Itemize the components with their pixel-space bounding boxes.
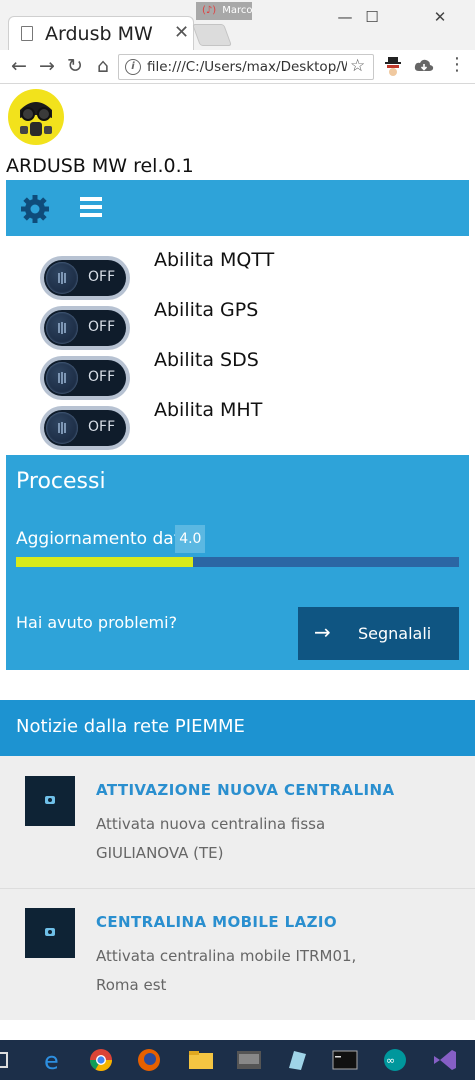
- arrow-right-icon: →: [314, 620, 331, 644]
- news-title[interactable]: CENTRALINA MOBILE LAZIO: [96, 913, 337, 931]
- news-description: Attivata centralina mobile ITRM01, Roma …: [96, 947, 357, 994]
- start-icon[interactable]: [0, 1052, 8, 1068]
- progress-label: Aggiornamento dat: [16, 529, 181, 549]
- reload-icon[interactable]: ↻: [64, 55, 86, 77]
- toggle-sds[interactable]: OFF: [40, 356, 130, 400]
- toggle-label-sds: Abilita SDS: [154, 349, 259, 371]
- edge-icon[interactable]: e: [40, 1048, 66, 1072]
- url-input[interactable]: i file:///C:/Users/max/Desktop/W ☆: [118, 54, 374, 80]
- progress-value-tooltip: 4.0: [175, 525, 206, 553]
- cloud-download-icon[interactable]: [414, 58, 434, 74]
- address-bar: ← → ↻ ⌂ i file:///C:/Users/max/Desktop/W…: [0, 50, 475, 84]
- home-icon[interactable]: ⌂: [92, 55, 114, 77]
- file-explorer-icon[interactable]: [188, 1048, 214, 1072]
- app-title: ARDUSB MW rel.0.1: [6, 155, 194, 177]
- browser-tab-strip: Ardusb MW ✕ (♪) Marco — ☐ ✕: [0, 0, 475, 50]
- new-tab-button[interactable]: [191, 24, 233, 46]
- processi-panel: Processi Aggiornamento dat 4.0 Hai avuto…: [6, 455, 469, 670]
- firefox-icon[interactable]: [136, 1048, 162, 1072]
- toggle-label-mht: Abilita MHT: [154, 399, 263, 421]
- bookmark-star-icon[interactable]: ☆: [350, 56, 365, 76]
- tab-title: Ardusb MW: [45, 23, 153, 45]
- report-button[interactable]: → Segnalali: [298, 607, 459, 660]
- toggle-label-gps: Abilita GPS: [154, 299, 259, 321]
- toggle-state: OFF: [88, 419, 116, 435]
- gear-icon[interactable]: [20, 194, 50, 224]
- toggle-state: OFF: [88, 369, 116, 385]
- chrome-icon[interactable]: [88, 1048, 114, 1072]
- maximize-button[interactable]: ☐: [357, 8, 387, 26]
- command-prompt-icon[interactable]: [332, 1048, 358, 1072]
- news-item[interactable]: ATTIVAZIONE NUOVA CENTRALINA Attivata nu…: [0, 756, 475, 889]
- svg-text:∞: ∞: [386, 1054, 395, 1067]
- info-icon[interactable]: i: [125, 59, 141, 75]
- forward-icon[interactable]: →: [36, 55, 58, 77]
- processi-heading: Processi: [16, 469, 106, 494]
- news-list: ATTIVAZIONE NUOVA CENTRALINA Attivata nu…: [0, 756, 475, 1020]
- toggle-mht[interactable]: OFF: [40, 406, 130, 450]
- toggle-knob-icon: [46, 262, 78, 294]
- toggle-knob-icon: [46, 362, 78, 394]
- back-icon[interactable]: ←: [8, 55, 30, 77]
- toggle-label-mqtt: Abilita MQTT: [154, 249, 275, 271]
- gas-mask-logo: [8, 89, 64, 145]
- news-header: Notizie dalla rete PIEMME: [0, 700, 475, 756]
- terminal-app-icon[interactable]: [236, 1048, 262, 1072]
- report-button-label: Segnalali: [358, 624, 432, 643]
- browser-menu-icon[interactable]: ⋮: [448, 54, 466, 75]
- hamburger-menu-icon[interactable]: [80, 197, 102, 217]
- spy-extension-icon[interactable]: [384, 56, 402, 76]
- top-navbar: [6, 180, 469, 236]
- progress-bar: [16, 557, 459, 567]
- profile-badge[interactable]: (♪) Marco: [196, 2, 252, 20]
- tab-close-icon[interactable]: ✕: [174, 22, 189, 43]
- camera-icon: [45, 796, 55, 804]
- close-window-button[interactable]: ✕: [425, 8, 455, 26]
- minimize-button[interactable]: —: [330, 8, 360, 26]
- news-thumbnail: [25, 908, 75, 958]
- camera-icon: [45, 928, 55, 936]
- progress-fill: [16, 557, 194, 567]
- news-heading: Notizie dalla rete PIEMME: [16, 716, 245, 737]
- toggle-state: OFF: [88, 319, 116, 335]
- news-item[interactable]: CENTRALINA MOBILE LAZIO Attivata central…: [0, 888, 475, 1020]
- arduino-icon[interactable]: ∞: [382, 1048, 408, 1072]
- svg-text:e: e: [44, 1048, 59, 1072]
- document-icon: [21, 26, 33, 41]
- toggle-knob-icon: [46, 412, 78, 444]
- toggle-state: OFF: [88, 269, 116, 285]
- glass-app-icon[interactable]: [284, 1048, 310, 1072]
- toggle-knob-icon: [46, 312, 78, 344]
- news-description: Attivata nuova centralina fissa GIULIANO…: [96, 815, 326, 862]
- toggle-mqtt[interactable]: OFF: [40, 256, 130, 300]
- visual-studio-icon[interactable]: [432, 1048, 458, 1072]
- problems-question: Hai avuto problemi?: [16, 613, 178, 632]
- news-thumbnail: [25, 776, 75, 826]
- toggle-gps[interactable]: OFF: [40, 306, 130, 350]
- browser-tab[interactable]: Ardusb MW ✕: [8, 16, 194, 50]
- profile-icon: (♪): [202, 5, 217, 16]
- news-title[interactable]: ATTIVAZIONE NUOVA CENTRALINA: [96, 781, 394, 799]
- profile-name: Marco: [222, 5, 253, 16]
- url-text: file:///C:/Users/max/Desktop/W: [147, 59, 347, 75]
- windows-taskbar: e ∞: [0, 1040, 475, 1080]
